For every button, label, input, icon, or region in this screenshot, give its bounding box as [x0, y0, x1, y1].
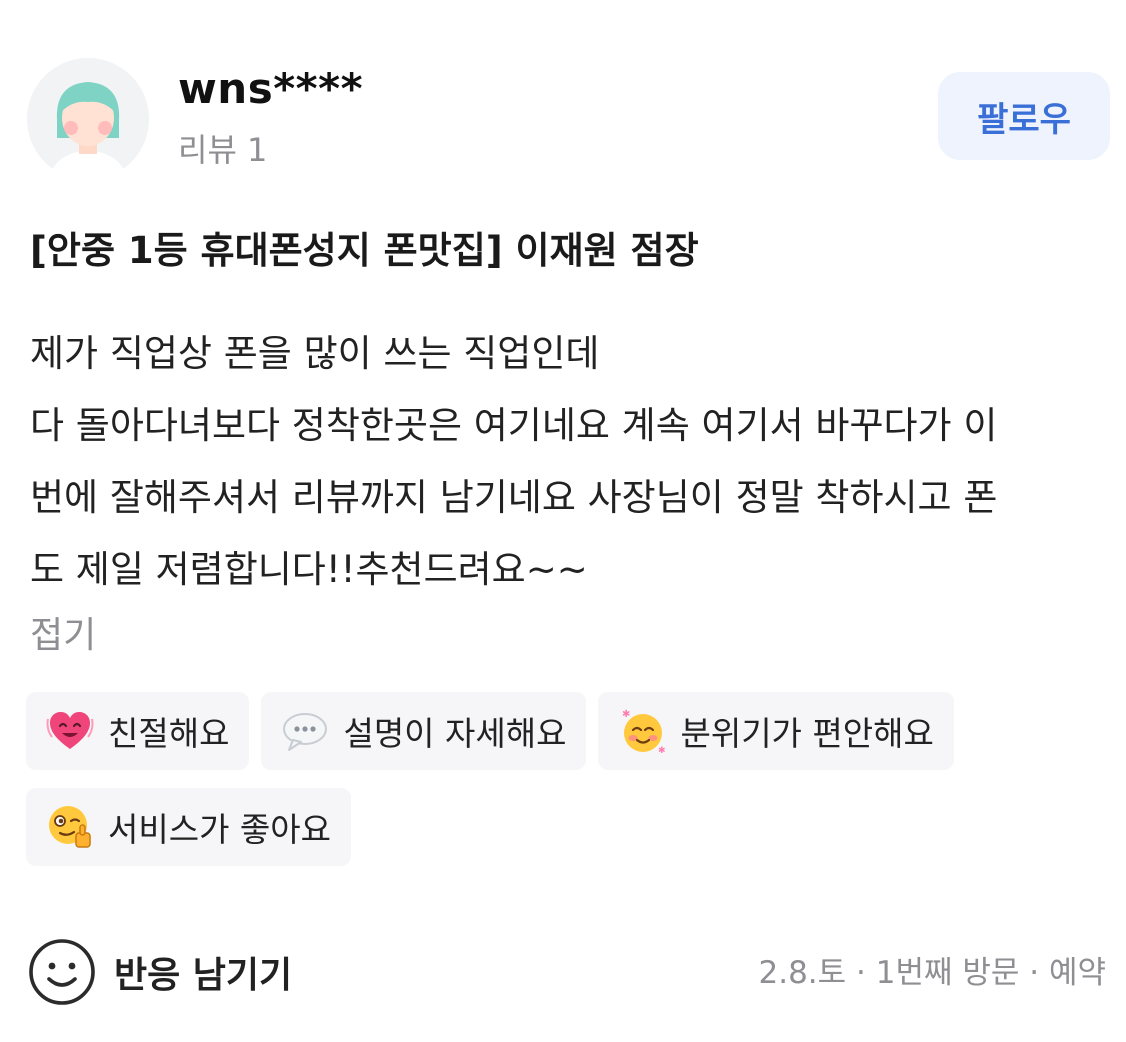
- collapse-link[interactable]: 접기: [30, 608, 96, 664]
- review-line: 제가 직업상 폰을 많이 쓰는 직업인데: [30, 332, 600, 375]
- smile-outline-icon: [29, 939, 95, 1005]
- keyword-tags-row-2: 서비스가 좋아요: [26, 788, 352, 866]
- leave-reaction-button[interactable]: 반응 남기기: [28, 938, 292, 1006]
- wink-thumbs-up-icon: [46, 803, 94, 851]
- tag-atmosphere: ✱ ✱ 분위기가 편안해요: [598, 692, 954, 770]
- visit-meta: 2.8.토 · 1번째 방문 · 예약: [758, 955, 1107, 991]
- follow-button[interactable]: 팔로우: [938, 72, 1110, 160]
- review-line: 번에 잘해주셔서 리뷰까지 남기네요 사장님이 정말 착하시고 폰: [30, 476, 998, 519]
- review-line: 다 돌아다녀보다 정착한곳은 여기네요 계속 여기서 바꾸다가 이: [30, 404, 998, 447]
- svg-text:✱: ✱: [658, 746, 666, 755]
- username[interactable]: wns****: [178, 62, 363, 116]
- tag-label: 서비스가 좋아요: [108, 810, 332, 849]
- blushing-face-icon: ✱ ✱: [618, 707, 666, 755]
- review-title: [안중 1등 휴대폰성지 폰맛집] 이재원 점장: [30, 229, 699, 272]
- tag-kind: 친절해요: [26, 692, 250, 770]
- tag-service: 서비스가 좋아요: [26, 788, 352, 866]
- avatar[interactable]: [27, 58, 149, 180]
- tag-label: 분위기가 편안해요: [680, 714, 934, 753]
- review-body: 제가 직업상 폰을 많이 쓰는 직업인데 다 돌아다녀보다 정착한곳은 여기네요…: [30, 318, 1105, 606]
- tag-label: 설명이 자세해요: [343, 714, 567, 753]
- keyword-tags: 친절해요 설명이 자세해요 ✱ ✱ 분위기가 편안해요: [26, 692, 954, 770]
- svg-text:✱: ✱: [622, 709, 630, 720]
- user-avatar-icon: [27, 58, 149, 180]
- review-line: 도 제일 저렴합니다!!추천드려요~~: [30, 548, 588, 591]
- heart-face-icon: [46, 707, 94, 755]
- speech-bubble-icon: [281, 707, 329, 755]
- review-count: 리뷰 1: [178, 131, 268, 169]
- tag-explanation: 설명이 자세해요: [261, 692, 587, 770]
- tag-label: 친절해요: [108, 714, 230, 753]
- leave-reaction-label: 반응 남기기: [114, 955, 293, 996]
